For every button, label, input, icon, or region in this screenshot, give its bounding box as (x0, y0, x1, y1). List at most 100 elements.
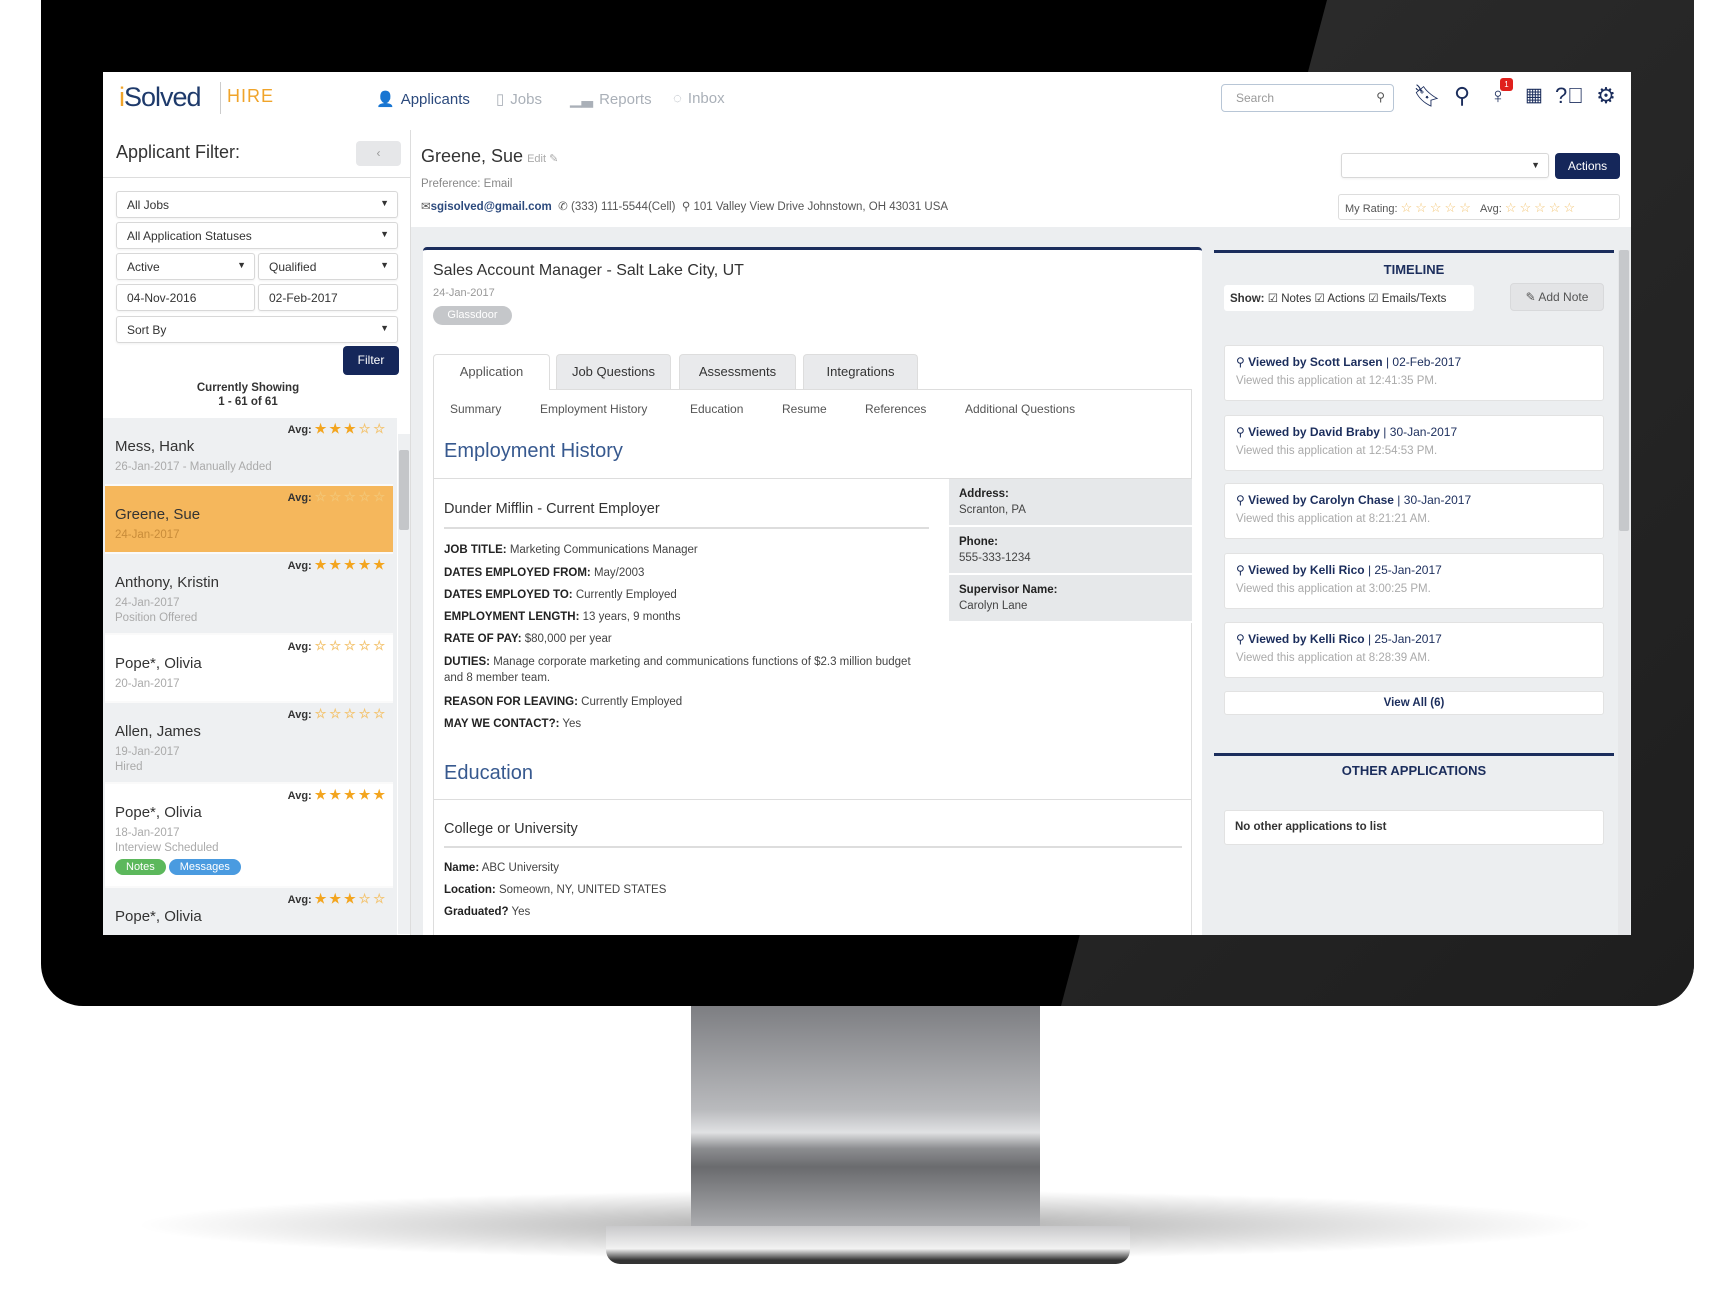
subtab-employment-history[interactable]: Employment History (540, 402, 647, 416)
calendar-icon[interactable]: ▦ (1520, 82, 1548, 110)
star-filled-icon: ★ (344, 787, 356, 802)
email-link[interactable]: sgisolved@gmail.com (431, 201, 552, 213)
field-value: Marketing Communications Manager (509, 544, 698, 556)
actions-checkbox[interactable]: ☑ (1314, 293, 1324, 305)
showing-label: Currently Showing (196, 382, 300, 394)
edit-link[interactable]: Edit ✎ (527, 153, 558, 165)
nav-reports[interactable]: ▁▃ Reports (570, 90, 652, 109)
star-filled-icon: ★ (314, 891, 327, 906)
timeline-item[interactable]: ⚲ Viewed by David Braby | 30-Jan-2017 Vie… (1224, 415, 1604, 471)
employment-history-heading: Employment History (444, 440, 623, 462)
magnifier-icon: ⚲ (1236, 425, 1249, 439)
nav-inbox[interactable]: ◌ Inbox (673, 90, 725, 107)
star-filled-icon: ★ (344, 891, 356, 906)
subtab-additional-questions[interactable]: Additional Questions (965, 402, 1075, 416)
star-empty-icon: ☆ (1444, 200, 1457, 215)
settings-icon[interactable]: ⚙ (1592, 82, 1620, 110)
timeline-viewer: Viewed by Carolyn Chase (1248, 493, 1394, 507)
nav-applicants[interactable]: 👤 Applicants (376, 90, 470, 109)
notes-badge[interactable]: Notes (115, 859, 166, 875)
star-empty-icon: ☆ (329, 638, 342, 653)
applicant-detail: 18-Jan-2017 (115, 827, 180, 839)
emails-checkbox[interactable]: ☑ (1368, 293, 1378, 305)
field-value: May/2003 (593, 567, 645, 579)
date-to-input[interactable]: 02-Feb-2017 (258, 284, 398, 311)
qualification-select[interactable]: Qualified ▼ (258, 253, 398, 280)
lightbulb-icon[interactable]: ♀ 1 (1484, 78, 1513, 110)
education-field: Name: ABC University (444, 862, 559, 874)
isolved-logo[interactable]: iSolved (119, 82, 202, 113)
field-label: Graduated? (444, 906, 509, 918)
timeline-viewer: Viewed by Kelli Rico (1248, 563, 1365, 577)
applicant-list-item[interactable]: Avg: ☆ ☆ ☆ ☆ ☆ Greene, Sue 24-Jan-2017 (105, 486, 393, 554)
tab-integrations[interactable]: Integrations (803, 354, 918, 389)
avg-label: Avg: (287, 424, 312, 436)
messages-badge[interactable]: Messages (168, 859, 241, 875)
star-empty-icon: ☆ (344, 489, 356, 504)
field-value: $80,000 per year (524, 633, 612, 645)
bookmark-icon[interactable]: 🔖︎ (1413, 82, 1441, 110)
applicant-list-item[interactable]: Avg: ★ ★ ★ ★ ★ Anthony, Kristin 24-Jan-2017 Posi… (105, 554, 393, 635)
page-scrollbar-thumb[interactable] (1619, 250, 1629, 531)
collapse-panel-button[interactable]: ‹ (356, 141, 401, 166)
timeline-item[interactable]: ⚲ Viewed by Carolyn Chase | 30-Jan-2017 V… (1224, 483, 1604, 539)
applicant-list-item[interactable]: Avg: ★ ★ ★ ★ ★ Pope*, Olivia 18-Jan-2017 Intervi… (105, 784, 393, 888)
employment-field: DUTIES: Manage corporate marketing and c… (444, 654, 914, 686)
applicant-list-item[interactable]: Avg: ☆ ☆ ☆ ☆ ☆ Pope*, Olivia 20-Jan-2017 (105, 635, 393, 703)
nav-jobs[interactable]: ▯ Jobs (496, 90, 542, 109)
timeline-item[interactable]: ⚲ Viewed by Kelli Rico | 25-Jan-2017 View… (1224, 553, 1604, 609)
view-all-button[interactable]: View All (6) (1224, 691, 1604, 715)
star-filled-icon: ★ (329, 891, 342, 906)
star-empty-icon: ☆ (373, 891, 385, 906)
search-input[interactable]: Search ⚲ (1221, 84, 1394, 112)
applicant-list: Avg: ★ ★ ★ ☆ ☆ Mess, Hank 26-Jan-2017 - Manuall… (103, 418, 397, 935)
tab-application[interactable]: Application (433, 354, 550, 390)
employer-contact-cell: Supervisor Name: Carolyn Lane (949, 575, 1192, 623)
active-select[interactable]: Active ▼ (116, 253, 255, 280)
star-empty-icon: ☆ (358, 638, 371, 653)
notification-badge: 1 (1500, 78, 1513, 91)
applicant-detail: 20-Jan-2017 (115, 678, 180, 690)
applicant-name: Pope*, Olivia (115, 908, 202, 925)
star-filled-icon: ★ (314, 787, 327, 802)
applicant-list-item[interactable]: Avg: ☆ ☆ ☆ ☆ ☆ Allen, James 19-Jan-2017 Hired (105, 703, 393, 784)
dropdown-arrow-icon: ▼ (237, 260, 246, 270)
search-icon[interactable]: ⚲ (1448, 82, 1476, 110)
tab-job-questions[interactable]: Job Questions (556, 354, 671, 389)
timeline-item[interactable]: ⚲ Viewed by Kelli Rico | 25-Jan-2017 View… (1224, 622, 1604, 678)
tab-assessments[interactable]: Assessments (679, 354, 796, 389)
timeline-date: 02-Feb-2017 (1392, 355, 1462, 369)
applicant-list-item[interactable]: Avg: ★ ★ ★ ☆ ☆ Pope*, Olivia (105, 888, 393, 935)
applicant-list-item[interactable]: Avg: ★ ★ ★ ☆ ☆ Mess, Hank 26-Jan-2017 - Manuall… (105, 418, 393, 486)
notes-checkbox[interactable]: ☑ (1268, 293, 1278, 305)
app-screen: iSolved HIRE 👤 Applicants ▯ Jobs ▁▃ Reports… (103, 72, 1631, 935)
star-empty-icon: ☆ (373, 489, 385, 504)
actions-button[interactable]: Actions (1555, 153, 1620, 179)
action-select[interactable]: ▼ (1341, 153, 1549, 178)
timeline-detail: Viewed this application at 8:21:21 AM. (1236, 513, 1431, 525)
subtab-references[interactable]: References (865, 402, 926, 416)
logo-divider (220, 82, 221, 114)
help-icon[interactable]: ?⃝ (1555, 82, 1584, 110)
date-from-input[interactable]: 04-Nov-2016 (116, 284, 255, 311)
top-nav: iSolved HIRE 👤 Applicants ▯ Jobs ▁▃ Reports… (103, 72, 1631, 130)
list-scrollbar-thumb[interactable] (399, 450, 409, 530)
subtab-summary[interactable]: Summary (450, 402, 501, 416)
applicant-detail: Interview Scheduled (115, 842, 219, 854)
education-heading: Education (444, 762, 533, 784)
monitor-base (606, 1226, 1130, 1264)
jobs-select[interactable]: All Jobs ▼ (116, 191, 398, 218)
phone-number: (333) 111-5544(Cell) (571, 201, 676, 213)
timeline-item[interactable]: ⚲ Viewed by Scott Larsen | 02-Feb-2017 Vi… (1224, 345, 1604, 401)
education-field: Graduated? Yes (444, 906, 530, 918)
sort-select[interactable]: Sort By ▼ (116, 316, 398, 343)
dropdown-arrow-icon: ▼ (380, 229, 389, 239)
field-value: ABC University (481, 862, 560, 874)
subtab-education[interactable]: Education (690, 402, 743, 416)
status-select[interactable]: All Application Statuses ▼ (116, 222, 398, 249)
my-rating-stars[interactable]: ☆ ☆ ☆ ☆ ☆ (1398, 200, 1471, 215)
add-note-button[interactable]: ✎ Add Note (1510, 283, 1604, 311)
applicant-name: Mess, Hank (115, 438, 195, 455)
filter-button[interactable]: Filter (343, 346, 399, 375)
subtab-resume[interactable]: Resume (782, 402, 827, 416)
